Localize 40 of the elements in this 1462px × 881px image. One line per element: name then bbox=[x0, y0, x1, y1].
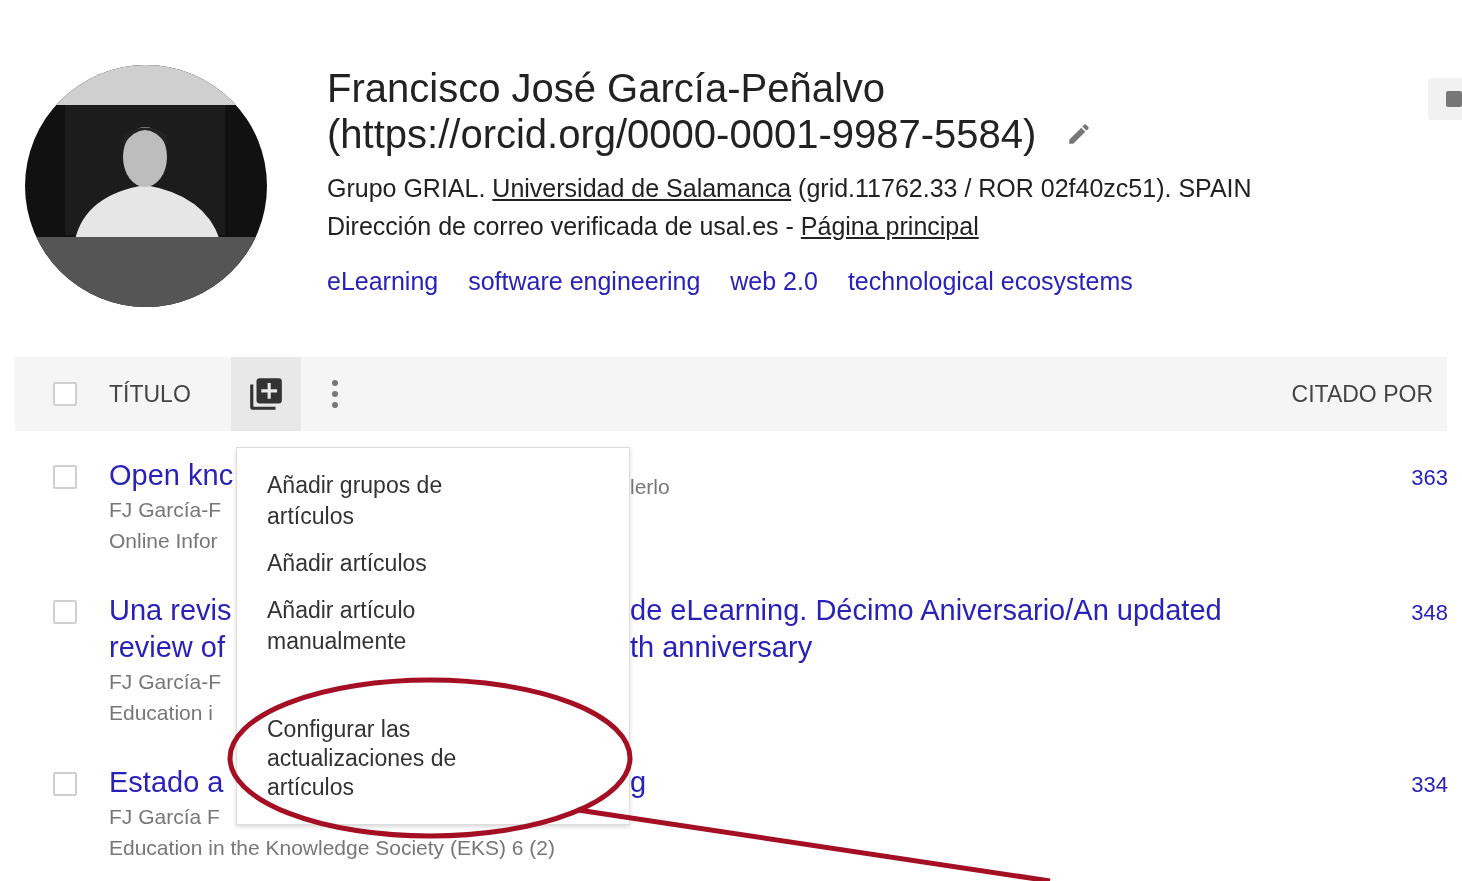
article-title[interactable]: g bbox=[630, 764, 1412, 801]
interest-link[interactable]: technological ecosystems bbox=[847, 263, 1133, 301]
homepage-link[interactable]: Página principal bbox=[800, 212, 979, 240]
checkbox[interactable] bbox=[53, 382, 77, 406]
menu-item[interactable]: Añadir artículos bbox=[237, 548, 497, 579]
interest-link[interactable]: eLearning bbox=[327, 263, 439, 301]
article-venue: Education in the Knowledge Society (EKS) 6 (2) bbox=[109, 835, 555, 861]
article-authors: lerlo bbox=[630, 474, 671, 500]
column-header[interactable]: TÍTULO bbox=[109, 376, 191, 412]
checkbox[interactable] bbox=[53, 600, 77, 624]
menu-item[interactable]: Configurar las actualizaciones de artículos bbox=[237, 715, 497, 802]
article-venue: Online Infor bbox=[109, 528, 218, 554]
email-verification: Dirección de correo verificada de usal.es - Página principal bbox=[327, 211, 980, 242]
article-title[interactable]: Una revis bbox=[109, 592, 235, 629]
article-title[interactable]: Estado a bbox=[109, 764, 235, 801]
checkbox[interactable] bbox=[53, 772, 77, 796]
article-authors: FJ García F bbox=[109, 804, 221, 830]
column-header[interactable]: CITADO POR bbox=[1291, 376, 1433, 412]
article-authors: FJ García-F bbox=[109, 497, 222, 523]
more-icon[interactable] bbox=[330, 378, 339, 410]
article-authors: FJ García-F bbox=[109, 669, 222, 695]
orcid-url: (https://orcid.org/0000-0001-9987-5584) bbox=[327, 111, 1037, 157]
interest-link[interactable]: software engineering bbox=[468, 263, 701, 301]
menu-item[interactable]: Añadir grupos de artículos bbox=[237, 470, 497, 532]
article-title[interactable]: Open knc bbox=[109, 457, 235, 494]
article-title[interactable]: review of bbox=[109, 629, 235, 666]
profile-name: Francisco José García-Peñalvo bbox=[327, 65, 886, 111]
article-venue: Education i bbox=[109, 700, 213, 726]
citation-count[interactable]: 363 bbox=[1411, 457, 1448, 494]
interest-link[interactable]: web 2.0 bbox=[730, 263, 818, 301]
citation-count[interactable]: 334 bbox=[1411, 764, 1448, 801]
affiliation: Grupo GRIAL. Universidad de Salamanca (grid.11762.33 / ROR 02f40zc51). SPAIN bbox=[327, 173, 1252, 204]
article-title[interactable]: th anniversary bbox=[630, 629, 1412, 666]
export-button[interactable] bbox=[1428, 78, 1462, 120]
add-button[interactable] bbox=[230, 357, 301, 431]
checkbox[interactable] bbox=[53, 465, 77, 489]
citation-count[interactable]: 348 bbox=[1411, 592, 1448, 629]
menu-item[interactable]: Añadir artículo manualmente bbox=[237, 595, 497, 657]
article-title[interactable]: de eLearning. Décimo Aniversario/An updated bbox=[630, 592, 1412, 629]
university-link[interactable]: Universidad de Salamanca bbox=[492, 174, 792, 202]
